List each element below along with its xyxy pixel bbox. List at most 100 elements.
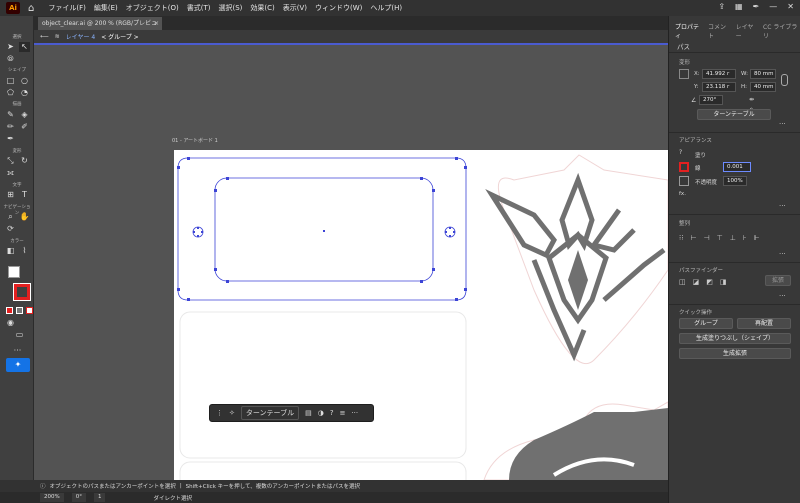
align-more-icon[interactable]: ··· (779, 250, 786, 258)
direct-selection-tool-icon[interactable]: ↖ (19, 42, 30, 52)
type-tool-icon[interactable]: T (19, 190, 30, 200)
tab-close-icon[interactable]: × (154, 17, 159, 30)
tab-libraries[interactable]: CC ライブラリ (763, 22, 800, 40)
draw-mode-icon[interactable]: ◉ (5, 318, 16, 328)
align-top-icon[interactable]: ⊥ (730, 234, 736, 242)
zoom-tool-icon[interactable]: ⌕ (5, 212, 16, 222)
more-icon[interactable]: ··· (351, 409, 358, 417)
align-bottom-icon[interactable]: ⊩ (754, 234, 760, 242)
turntable-panel-button[interactable]: ターンテーブル (697, 109, 771, 120)
w-field[interactable]: 80 mm (750, 69, 776, 79)
gradient-tool-icon[interactable]: ◧ (5, 246, 16, 256)
artwork[interactable] (174, 150, 669, 503)
color-mode-icon[interactable] (6, 307, 13, 314)
align-vcenter-icon[interactable]: ⊦ (743, 234, 747, 242)
opacity-field[interactable]: 100% (723, 176, 747, 186)
selection-tool-icon[interactable]: ➤ (5, 42, 16, 52)
expand-button[interactable]: 拡張 (765, 275, 791, 286)
artboard-number[interactable]: 1 (93, 493, 106, 502)
align-hcenter-icon[interactable]: ⊣ (704, 234, 710, 242)
flip-horizontal-icon[interactable]: ⇹ (749, 96, 754, 103)
menu-effect[interactable]: 効果(C) (250, 3, 274, 13)
breadcrumb-layer[interactable]: レイヤー 4 (66, 32, 96, 41)
stroke-color-swatch[interactable] (679, 162, 689, 172)
unite-icon[interactable]: ◫ (679, 278, 686, 286)
artboard-tool-icon[interactable]: ⊞ (5, 190, 16, 200)
pathfinder-more-icon[interactable]: ··· (779, 292, 786, 300)
generative-expand-button[interactable]: 生成拡張 (679, 348, 791, 359)
scale-tool-icon[interactable]: ⤡ (5, 156, 16, 166)
stroke-weight-field[interactable]: 0.001 (723, 162, 751, 172)
pencil-tool-icon[interactable]: ✏ (5, 122, 16, 132)
menu-select[interactable]: 選択(S) (218, 3, 242, 13)
fx-label[interactable]: fx. (679, 191, 686, 197)
menu-type[interactable]: 書式(T) (187, 3, 211, 13)
exclude-icon[interactable]: ◨ (720, 278, 727, 286)
turntable-button[interactable]: ターンテーブル (240, 406, 300, 420)
lasso-tool-icon[interactable]: ⦾ (5, 54, 16, 64)
align-right-icon[interactable]: ⊤ (717, 234, 723, 242)
close-icon[interactable]: ✕ (787, 2, 794, 11)
zoom-select[interactable]: 200% (40, 493, 64, 502)
y-field[interactable]: 23.118 r (702, 82, 736, 92)
fill-swatch[interactable] (8, 266, 20, 278)
menu-edit[interactable]: 編集(E) (94, 3, 118, 13)
minus-front-icon[interactable]: ◪ (693, 278, 700, 286)
rotate-view-tool-icon[interactable]: ⟳ (5, 224, 16, 234)
menu-window[interactable]: ウィンドウ(W) (315, 3, 362, 13)
menu-file[interactable]: ファイル(F) (48, 3, 86, 13)
blob-brush-tool-icon[interactable]: ✐ (19, 122, 30, 132)
ellipse-tool-icon[interactable]: ○ (19, 76, 30, 86)
screen-mode-icon[interactable]: ▭ (14, 330, 25, 340)
home-icon[interactable]: ⌂ (28, 3, 34, 14)
link-icon[interactable] (781, 74, 788, 86)
pen-tool-icon[interactable]: ✒ (5, 134, 16, 144)
polygon-tool-icon[interactable]: ⬠ (5, 88, 16, 98)
share-icon[interactable]: ⇪ (718, 2, 725, 11)
menu-help[interactable]: ヘルプ(H) (370, 3, 402, 13)
artboard[interactable] (174, 150, 669, 503)
generative-fill-shape-button[interactable]: 生成塗りつぶし（シェイプ） (679, 333, 791, 344)
magic-wand-icon[interactable]: ✧ (229, 409, 235, 417)
tab-layers[interactable]: レイヤー (736, 22, 758, 40)
appearance-more-icon[interactable]: ··· (779, 202, 786, 210)
align-icon[interactable]: ▤ (305, 409, 312, 417)
tab-properties[interactable]: プロパティ (675, 22, 703, 40)
shape-builder-tool-icon[interactable]: ◔ (19, 88, 30, 98)
none-mode-icon[interactable] (26, 307, 33, 314)
width-tool-icon[interactable]: ⟗ (5, 168, 16, 178)
menu-icon[interactable]: ≡ (340, 409, 346, 417)
intersect-icon[interactable]: ◩ (706, 278, 713, 286)
rotate-tool-icon[interactable]: ↻ (19, 156, 30, 166)
more-tools-icon[interactable]: ··· (12, 346, 23, 356)
rectangle-tool-icon[interactable]: □ (5, 76, 16, 86)
minimize-icon[interactable]: — (769, 2, 777, 11)
gradient-mode-icon[interactable] (16, 307, 23, 314)
rearrange-button[interactable]: 再配置 (737, 318, 791, 329)
back-icon[interactable]: ⟵ (40, 33, 49, 40)
x-field[interactable]: 41.992 r (702, 69, 736, 79)
reference-point-icon[interactable] (679, 69, 689, 79)
rotation-select[interactable]: 0° (71, 493, 86, 502)
drag-handle-icon[interactable]: ⋮ (216, 409, 223, 417)
brush-tool-icon[interactable]: ✎ (5, 110, 16, 120)
hand-tool-icon[interactable]: ✋ (19, 212, 30, 222)
recolor-icon[interactable]: ◑ (318, 409, 324, 417)
arrange-icon[interactable]: ▦ (735, 2, 743, 11)
tab-comments[interactable]: コメント (708, 22, 731, 40)
document-tab[interactable]: object_clear.ai @ 200 % (RGB/プレビュー) × (38, 17, 162, 40)
ai-assist-button[interactable]: ✦ (6, 358, 30, 372)
eraser-tool-icon[interactable]: ◈ (19, 110, 30, 120)
group-button[interactable]: グループ (679, 318, 733, 329)
transform-more-icon[interactable]: ··· (779, 120, 786, 128)
align-left-icon[interactable]: ⊢ (690, 234, 696, 242)
eyedropper-tool-icon[interactable]: ⌇ (19, 246, 30, 256)
help-icon[interactable]: ? (330, 409, 334, 417)
align-to-icon[interactable]: ⁝⁝ (679, 234, 683, 242)
menu-object[interactable]: オブジェクト(O) (126, 3, 179, 13)
pen-icon[interactable]: ✒ (753, 2, 760, 11)
angle-field[interactable]: 270° (699, 95, 723, 105)
fill-help-icon[interactable]: ? (679, 149, 682, 156)
menu-view[interactable]: 表示(V) (283, 3, 307, 13)
h-field[interactable]: 40 mm (750, 82, 776, 92)
